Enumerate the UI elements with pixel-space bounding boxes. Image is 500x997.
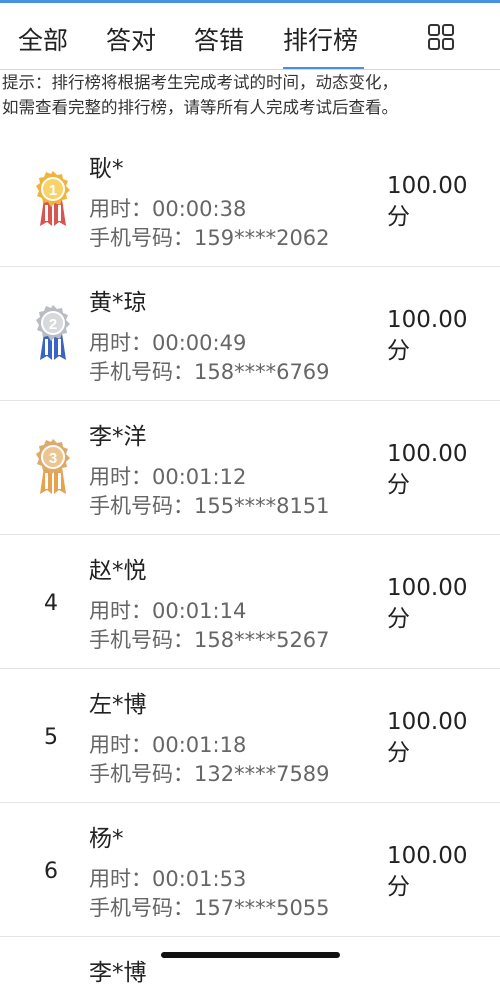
- rank-number: 5: [44, 725, 58, 750]
- score: 100.00 分: [387, 439, 467, 501]
- score-unit: 分: [387, 740, 410, 766]
- leaderboard-row[interactable]: 6 杨* 用时：00:01:53 手机号码：157****5055 100.00…: [0, 803, 500, 937]
- leaderboard-list: 1 耿* 用时：00:00:38 手机号码：159****2062 100.00…: [0, 133, 500, 997]
- home-indicator: [161, 952, 340, 958]
- svg-text:1: 1: [49, 182, 57, 199]
- score: 100.00 分: [387, 573, 467, 635]
- score: 100.00 分: [387, 841, 467, 903]
- tab-bar: 全部 答对 答错 排行榜: [0, 3, 500, 70]
- score-unit: 分: [387, 204, 410, 230]
- rank-number: 6: [44, 859, 58, 884]
- user-name: 杨*: [89, 826, 124, 852]
- leaderboard-row[interactable]: 李*博: [0, 937, 500, 997]
- score: 100.00 分: [387, 305, 467, 367]
- silver-medal-icon: 2: [36, 305, 70, 360]
- phone-number: 手机号码：157****5055: [89, 896, 330, 920]
- leaderboard-row[interactable]: 3 李*洋 用时：00:01:12 手机号码：155****8151 100.0…: [0, 401, 500, 535]
- phone-number: 手机号码：158****6769: [89, 360, 330, 384]
- bronze-medal-icon: 3: [36, 439, 70, 494]
- user-name: 李*博: [89, 960, 147, 986]
- score-value: 100.00: [387, 575, 468, 601]
- score-value: 100.00: [387, 173, 468, 199]
- elapsed-time: 用时：00:01:14: [89, 599, 247, 623]
- elapsed-time: 用时：00:01:18: [89, 733, 247, 757]
- user-name: 李*洋: [89, 424, 147, 450]
- score-unit: 分: [387, 338, 410, 364]
- score-value: 100.00: [387, 441, 468, 467]
- leaderboard-row[interactable]: 5 左*博 用时：00:01:18 手机号码：132****7589 100.0…: [0, 669, 500, 803]
- score: 100.00 分: [387, 707, 467, 769]
- grid-icon[interactable]: [427, 23, 455, 51]
- score-unit: 分: [387, 472, 410, 498]
- elapsed-time: 用时：00:01:12: [89, 465, 247, 489]
- phone-number: 手机号码：155****8151: [89, 494, 330, 518]
- score-unit: 分: [387, 874, 410, 900]
- tab-all[interactable]: 全部: [18, 21, 68, 57]
- elapsed-time: 用时：00:00:49: [89, 331, 247, 355]
- elapsed-time: 用时：00:00:38: [89, 197, 247, 221]
- tip-line-2: 如需查看完整的排行榜，请等所有人完成考试后查看。: [2, 98, 398, 117]
- leaderboard-row[interactable]: 4 赵*悦 用时：00:01:14 手机号码：158****5267 100.0…: [0, 535, 500, 669]
- elapsed-time: 用时：00:01:53: [89, 867, 247, 891]
- score-value: 100.00: [387, 709, 468, 735]
- score-unit: 分: [387, 606, 410, 632]
- tab-correct[interactable]: 答对: [106, 21, 156, 57]
- rank-number: 4: [44, 591, 58, 616]
- user-name: 赵*悦: [89, 558, 147, 584]
- user-name: 黄*琼: [89, 290, 147, 316]
- leaderboard-row[interactable]: 2 黄*琼 用时：00:00:49 手机号码：158****6769 100.0…: [0, 267, 500, 401]
- score-value: 100.00: [387, 843, 468, 869]
- phone-number: 手机号码：158****5267: [89, 628, 330, 652]
- score-value: 100.00: [387, 307, 468, 333]
- phone-number: 手机号码：132****7589: [89, 762, 330, 786]
- svg-text:2: 2: [49, 316, 57, 333]
- leaderboard-row[interactable]: 1 耿* 用时：00:00:38 手机号码：159****2062 100.00…: [0, 133, 500, 267]
- leaderboard-tip: 提示：排行榜将根据考生完成考试的时间，动态变化， 如需查看完整的排行榜，请等所有…: [0, 69, 500, 122]
- user-name: 左*博: [89, 692, 147, 718]
- tip-line-1: 提示：排行榜将根据考生完成考试的时间，动态变化，: [2, 73, 398, 92]
- user-name: 耿*: [89, 156, 124, 182]
- phone-number: 手机号码：159****2062: [89, 226, 330, 250]
- tab-wrong[interactable]: 答错: [194, 21, 244, 57]
- tab-leaderboard[interactable]: 排行榜: [283, 21, 358, 57]
- score: 100.00 分: [387, 171, 467, 233]
- svg-text:3: 3: [49, 450, 57, 467]
- gold-medal-icon: 1: [36, 171, 70, 226]
